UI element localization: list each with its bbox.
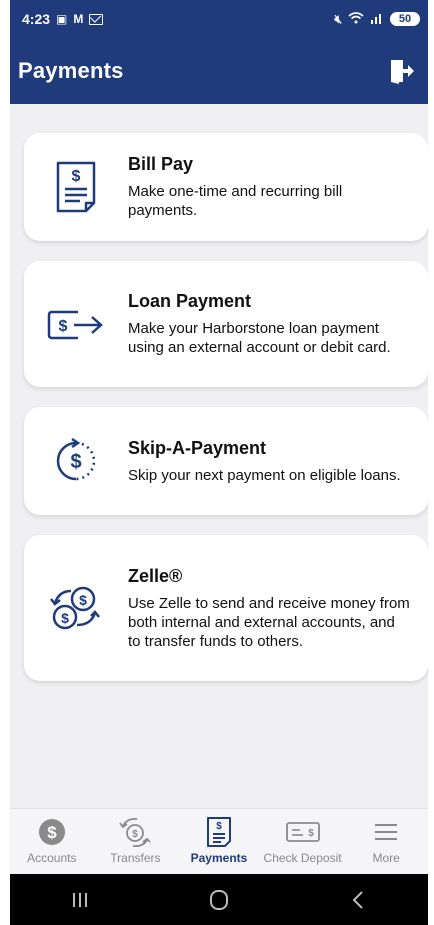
wifi-icon bbox=[348, 11, 364, 27]
nav-label: Accounts bbox=[27, 851, 77, 865]
nav-item-more[interactable]: More bbox=[344, 815, 428, 865]
svg-text:$: $ bbox=[47, 823, 57, 842]
nav-label: Payments bbox=[190, 851, 248, 865]
home-icon bbox=[209, 889, 228, 910]
skip-a-payment-card[interactable]: $ Skip-A-Payment Skip your next payment … bbox=[24, 407, 428, 515]
status-bar: 4:23 ▣ M 🔇︎ 50 bbox=[10, 0, 428, 38]
svg-text:$: $ bbox=[70, 451, 81, 473]
svg-text:$: $ bbox=[308, 828, 314, 839]
card-description: Make your Harborstone loan payment using… bbox=[128, 320, 391, 356]
screenshot-notification-icon: ▣ bbox=[56, 12, 68, 26]
svg-text:$: $ bbox=[72, 168, 81, 185]
bill-document-icon: $ bbox=[56, 161, 96, 213]
zelle-card[interactable]: $ $ Zelle® Use Zelle to send and receive… bbox=[24, 535, 428, 681]
signal-icon bbox=[370, 11, 384, 27]
nav-label: More bbox=[372, 851, 400, 865]
recent-apps-icon bbox=[72, 892, 87, 907]
card-description: Make one-time and recurring bill payment… bbox=[128, 183, 343, 219]
svg-text:$: $ bbox=[79, 592, 87, 608]
zelle-exchange-icon: $ $ bbox=[50, 586, 100, 630]
bill-pay-card[interactable]: $ Bill Pay Make one-time and recurring b… bbox=[24, 133, 428, 241]
nav-item-accounts[interactable]: $ Accounts bbox=[10, 815, 94, 865]
back-icon bbox=[352, 890, 364, 909]
card-description: Skip your next payment on eligible loans… bbox=[128, 466, 401, 484]
mute-icon: 🔇︎ bbox=[334, 11, 342, 26]
bill-document-icon: $ bbox=[206, 817, 231, 847]
card-title: Zelle® bbox=[128, 565, 183, 586]
logout-button[interactable] bbox=[384, 54, 418, 88]
loan-payment-card[interactable]: $ Loan Payment Make your Harborstone loa… bbox=[24, 261, 428, 387]
payment-options-list: $ Bill Pay Make one-time and recurring b… bbox=[24, 133, 428, 701]
nav-item-payments[interactable]: $ Payments bbox=[177, 815, 261, 865]
dollar-coin-icon: $ bbox=[38, 819, 65, 845]
card-title: Loan Payment bbox=[128, 291, 252, 311]
app-bar: Payments bbox=[10, 38, 428, 104]
svg-text:$: $ bbox=[59, 318, 68, 335]
recent-apps-button[interactable] bbox=[50, 880, 110, 920]
card-title: Bill Pay bbox=[128, 154, 194, 174]
back-button[interactable] bbox=[328, 880, 388, 920]
page-title: Payments bbox=[18, 58, 124, 83]
skip-payment-icon: $ bbox=[56, 437, 96, 481]
svg-text:$: $ bbox=[133, 829, 139, 840]
home-button[interactable] bbox=[189, 880, 249, 920]
svg-text:$: $ bbox=[61, 610, 69, 626]
card-title: Skip-A-Payment bbox=[128, 437, 267, 458]
gmail-notification-icon: M bbox=[73, 12, 84, 26]
nav-label: Transfers bbox=[110, 851, 161, 865]
svg-text:$: $ bbox=[216, 821, 222, 832]
app-frame: 4:23 ▣ M 🔇︎ 50 Payments $ Bill Pay Make … bbox=[0, 0, 434, 925]
card-description: Use Zelle to send and receive money from… bbox=[128, 594, 410, 650]
nav-item-transfers[interactable]: $ Transfers bbox=[94, 815, 178, 865]
status-time: 4:23 bbox=[22, 11, 51, 27]
system-navigation-bar bbox=[10, 874, 428, 925]
transfer-cycle-icon: $ bbox=[119, 817, 152, 848]
check-icon: $ bbox=[285, 822, 320, 842]
loan-transfer-icon: $ bbox=[47, 310, 103, 340]
hamburger-menu-icon bbox=[375, 824, 398, 840]
logout-icon bbox=[391, 60, 414, 84]
nav-item-check-deposit[interactable]: $ Check Deposit bbox=[261, 815, 345, 865]
nav-label: Check Deposit bbox=[263, 851, 342, 865]
bottom-navigation: $ Accounts $ Transfers $ Payments $ Chec… bbox=[10, 808, 428, 874]
battery-indicator: 50 bbox=[390, 12, 420, 26]
message-notification-icon bbox=[89, 13, 104, 25]
